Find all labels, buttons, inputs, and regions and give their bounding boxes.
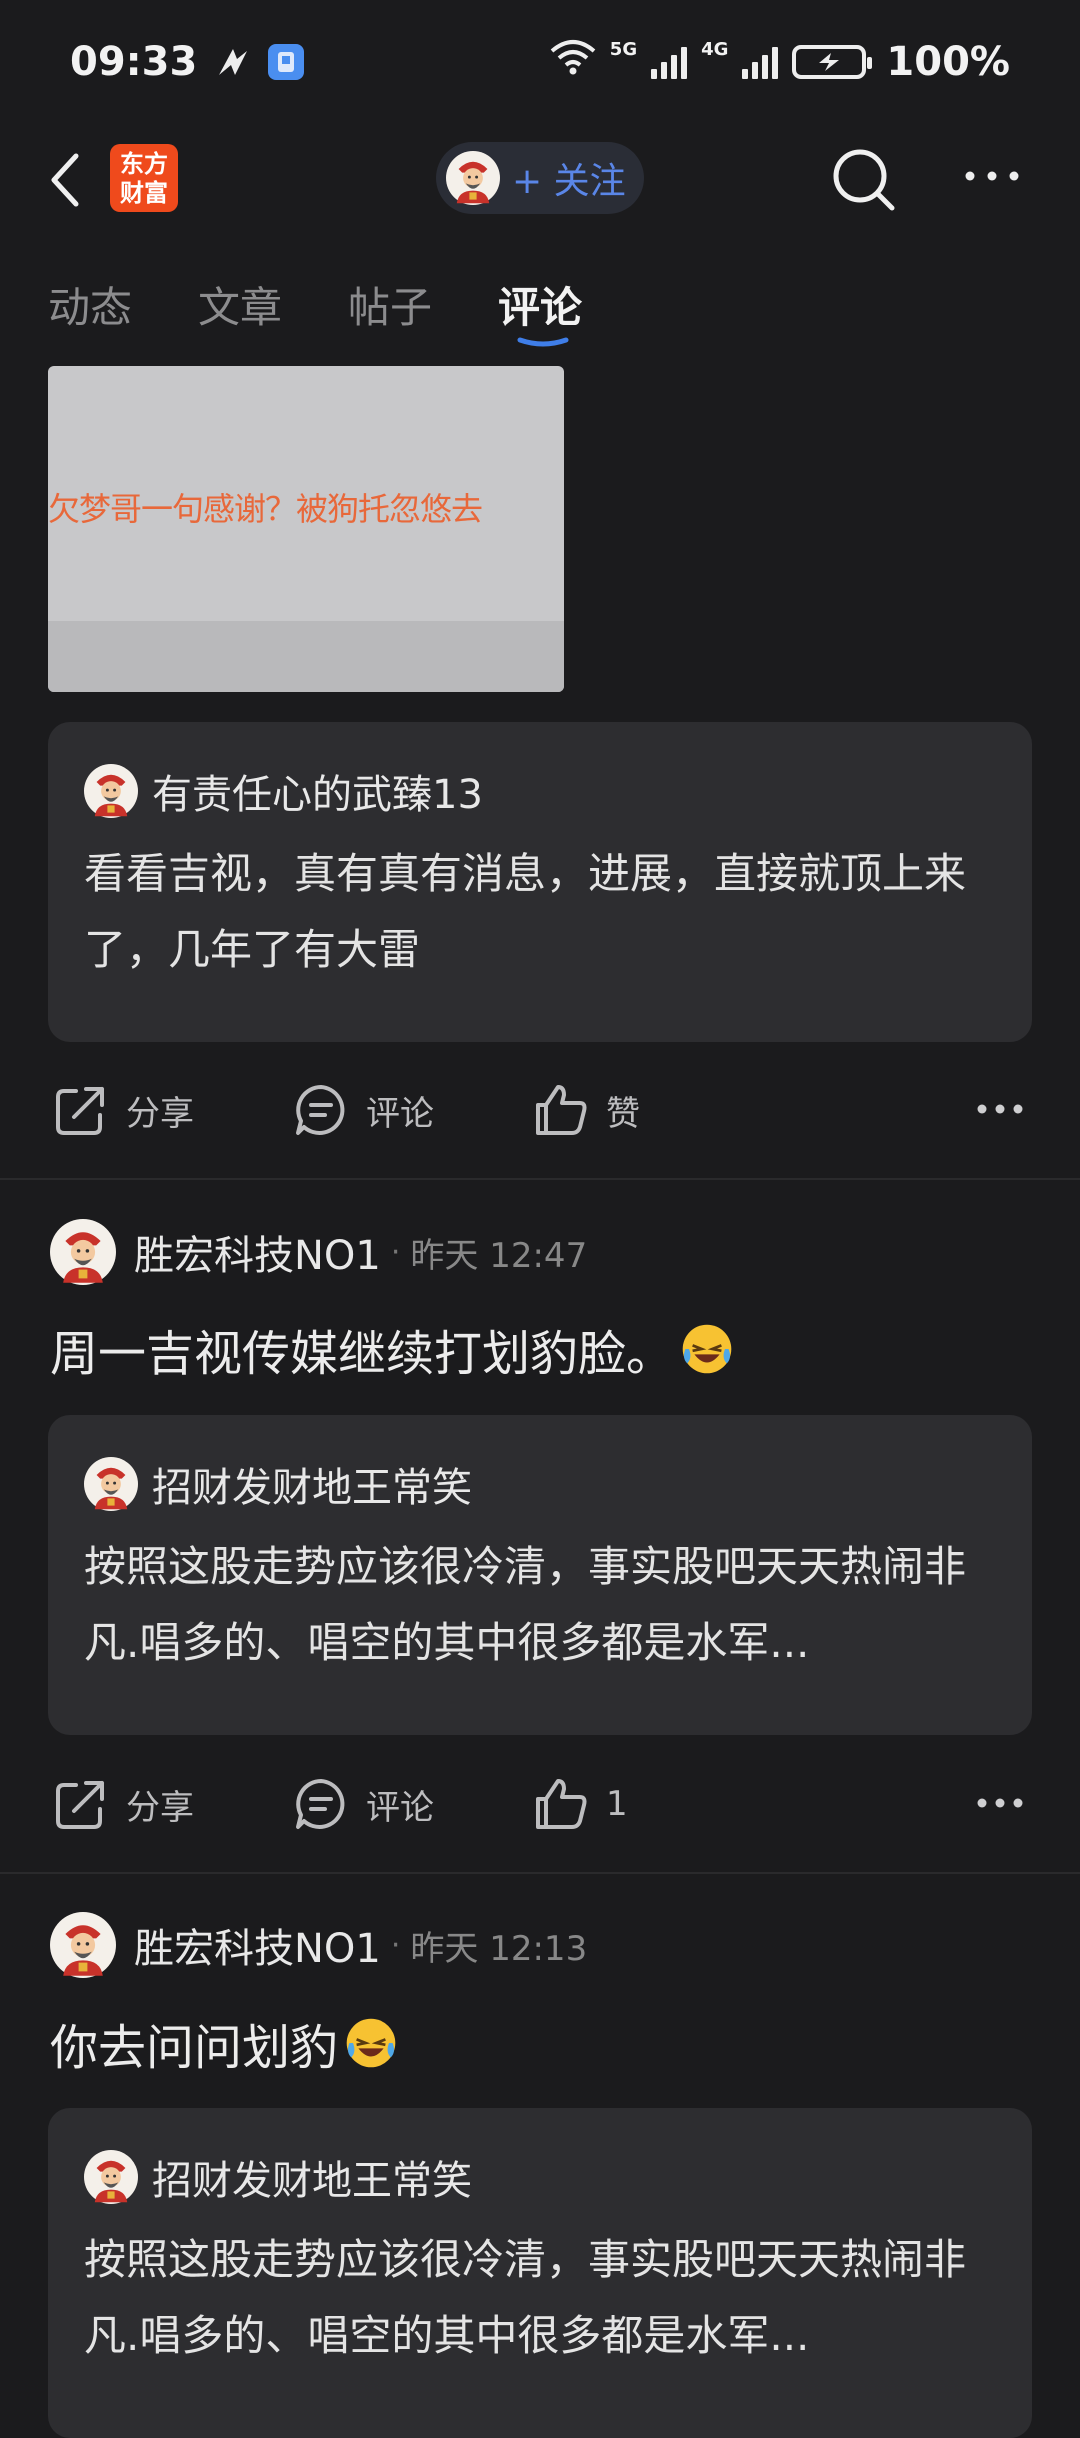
like-button[interactable]: 赞 bbox=[532, 1078, 640, 1142]
post-author[interactable]: 胜宏科技NO1 bbox=[134, 1223, 381, 1281]
battery-percent: 100% bbox=[886, 39, 1010, 85]
back-button[interactable] bbox=[44, 148, 88, 212]
post-time: 昨天 12:13 bbox=[410, 1928, 588, 1969]
laugh-cry-emoji-icon bbox=[680, 1322, 734, 1376]
share-label: 分享 bbox=[126, 1787, 194, 1828]
tab-posts[interactable]: 帖子 bbox=[348, 274, 432, 335]
quote-avatar-icon bbox=[84, 764, 138, 818]
post-header: 胜宏科技NO1 · 昨天 12:13 bbox=[50, 1912, 1010, 1978]
user-avatar-icon bbox=[446, 151, 500, 205]
search-button[interactable] bbox=[828, 144, 898, 214]
quote-text: 按照这股走势应该很冷清，事实股吧天天热闹非凡.唱多的、唱空的其中很多都是水军..… bbox=[84, 1542, 967, 1667]
post-text-content: 周一吉视传媒继续打划豹脸。 bbox=[50, 1326, 675, 1382]
more-dots-icon[interactable] bbox=[976, 1796, 1024, 1810]
comment-icon bbox=[292, 1775, 350, 1833]
image-footer-band bbox=[48, 621, 564, 692]
signal-bars-icon bbox=[651, 45, 688, 79]
post-actions: 分享 评论 赞 bbox=[0, 1050, 1080, 1170]
like-button[interactable]: 1 bbox=[532, 1772, 628, 1836]
avatar[interactable] bbox=[50, 1912, 116, 1978]
share-label: 分享 bbox=[126, 1093, 194, 1134]
separator-dot: · bbox=[390, 1927, 401, 1963]
comment-button[interactable]: 评论 bbox=[292, 1772, 434, 1836]
signal-bars-icon-2 bbox=[742, 45, 779, 79]
share-button[interactable]: 分享 bbox=[52, 1772, 194, 1836]
quote-author[interactable]: 招财发财地王常笑 bbox=[152, 2148, 472, 2206]
divider bbox=[0, 1178, 1080, 1180]
active-tab-indicator bbox=[517, 337, 569, 347]
logo-line-2: 财富 bbox=[120, 179, 168, 207]
post-image-text: 欠梦哥一句感谢？被狗托忽悠去 bbox=[48, 490, 483, 528]
comment-label: 评论 bbox=[366, 1787, 434, 1828]
tab-articles[interactable]: 文章 bbox=[198, 274, 282, 335]
status-bar: 09:33 5G 4G 100% bbox=[0, 0, 1080, 124]
quoted-post[interactable]: 招财发财地王常笑 按照这股走势应该很冷清，事实股吧天天热闹非凡.唱多的、唱空的其… bbox=[48, 1415, 1032, 1735]
tab-activity[interactable]: 动态 bbox=[48, 274, 132, 335]
more-dots-icon bbox=[965, 171, 1019, 181]
comment-label: 评论 bbox=[366, 1093, 434, 1134]
tab-comments[interactable]: 评论 bbox=[498, 274, 582, 335]
thumbs-up-icon bbox=[532, 1775, 590, 1833]
battery-icon bbox=[792, 45, 873, 79]
post-header: 胜宏科技NO1 · 昨天 12:47 bbox=[50, 1219, 1010, 1285]
tab-bar: 动态 文章 帖子 评论 bbox=[0, 260, 1080, 350]
separator-dot: · bbox=[390, 1234, 401, 1270]
post-text[interactable]: 周一吉视传媒继续打划豹脸。 bbox=[50, 1314, 734, 1384]
back-arrow-icon bbox=[51, 153, 79, 207]
divider bbox=[0, 1872, 1080, 1874]
share-icon bbox=[52, 1081, 110, 1139]
post-actions: 分享 评论 1 bbox=[0, 1744, 1080, 1864]
signal-swoosh-icon bbox=[215, 45, 251, 79]
thumbs-up-icon bbox=[532, 1081, 590, 1139]
post-image[interactable]: 欠梦哥一句感谢？被狗托忽悠去 bbox=[48, 366, 564, 692]
follow-label: + 关注 bbox=[512, 161, 626, 202]
post-author[interactable]: 胜宏科技NO1 bbox=[134, 1916, 381, 1974]
quoted-post[interactable]: 招财发财地王常笑 按照这股走势应该很冷清，事实股吧天天热闹非凡.唱多的、唱空的其… bbox=[48, 2108, 1032, 2438]
quote-avatar-icon bbox=[84, 2150, 138, 2204]
more-dots-icon[interactable] bbox=[976, 1102, 1024, 1116]
comment-icon bbox=[292, 1081, 350, 1139]
logo-line-1: 东方 bbox=[120, 150, 168, 178]
top-nav: 东方 财富 + 关注 bbox=[0, 124, 1080, 234]
app-notification-icon bbox=[267, 43, 305, 81]
post-text[interactable]: 你去问问划豹 bbox=[50, 2008, 398, 2078]
quoted-post[interactable]: 有责任心的武臻13 看看吉视，真有真有消息，进展，直接就顶上来了，几年了有大雷 bbox=[48, 722, 1032, 1042]
network-4g-label: 4G bbox=[701, 39, 729, 60]
quote-avatar-icon bbox=[84, 1457, 138, 1511]
app-logo[interactable]: 东方 财富 bbox=[110, 144, 178, 212]
like-count: 1 bbox=[606, 1784, 628, 1824]
search-icon bbox=[833, 149, 895, 211]
status-time: 09:33 bbox=[70, 39, 198, 85]
quote-text: 看看吉视，真有真有消息，进展，直接就顶上来了，几年了有大雷 bbox=[84, 849, 967, 974]
quote-author[interactable]: 有责任心的武臻13 bbox=[152, 762, 483, 820]
avatar[interactable] bbox=[50, 1219, 116, 1285]
network-5g-label: 5G bbox=[609, 39, 638, 60]
post-text-content: 你去问问划豹 bbox=[50, 2020, 339, 2076]
share-icon bbox=[52, 1775, 110, 1833]
wifi-icon bbox=[550, 39, 596, 85]
share-button[interactable]: 分享 bbox=[52, 1078, 194, 1142]
follow-button[interactable]: + 关注 bbox=[436, 142, 644, 214]
like-label: 赞 bbox=[606, 1093, 640, 1134]
quote-author[interactable]: 招财发财地王常笑 bbox=[152, 1455, 472, 1513]
more-options-button[interactable] bbox=[962, 166, 1022, 186]
comment-button[interactable]: 评论 bbox=[292, 1078, 434, 1142]
post-time: 昨天 12:47 bbox=[410, 1235, 588, 1276]
quote-text: 按照这股走势应该很冷清，事实股吧天天热闹非凡.唱多的、唱空的其中很多都是水军..… bbox=[84, 2235, 967, 2360]
laugh-cry-emoji-icon bbox=[344, 2016, 398, 2070]
